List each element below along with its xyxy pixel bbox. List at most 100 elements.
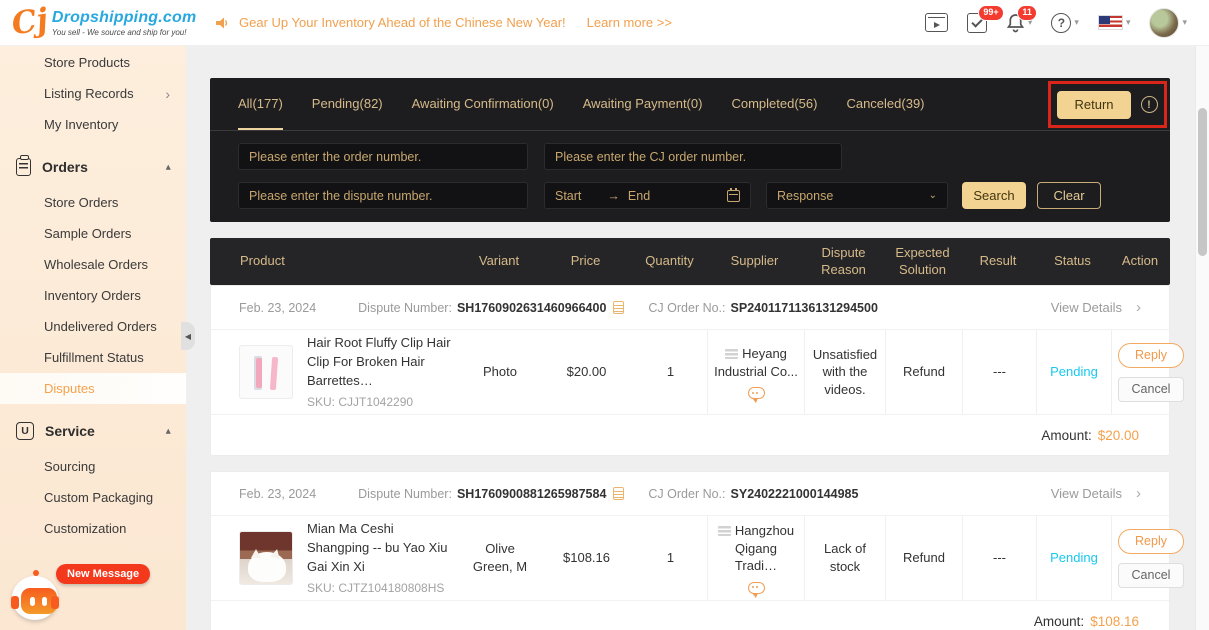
reply-button[interactable]: Reply [1118, 529, 1184, 554]
supplier-name[interactable]: Heyang Industrial Co... [714, 345, 798, 380]
announcement-text: Gear Up Your Inventory Ahead of the Chin… [239, 15, 566, 30]
date-range-picker[interactable]: Start → End [544, 182, 751, 209]
dispute-number-label: Dispute Number: [358, 487, 452, 501]
copy-icon[interactable] [613, 301, 624, 314]
sidebar-item-my-inventory[interactable]: My Inventory [0, 109, 186, 140]
response-select[interactable]: Response ⌄ [766, 182, 948, 209]
tab-canceled[interactable]: Canceled(39) [846, 78, 924, 130]
supplier-chat-icon[interactable] [748, 582, 765, 594]
logo-monogram: Cj [10, 6, 49, 39]
cj-order-value: SY2402221000144985 [731, 487, 859, 501]
dispute-card: Feb. 23, 2024 Dispute Number: SH17609008… [210, 471, 1170, 630]
sidebar-collapse-handle[interactable]: ◀ [181, 322, 195, 350]
sidebar-item-undelivered-orders[interactable]: Undelivered Orders [0, 311, 186, 342]
search-button[interactable]: Search [962, 182, 1026, 209]
logo[interactable]: Cj Dropshipping.com You sell - We source… [0, 9, 198, 37]
language-selector[interactable]: ▾ [1098, 15, 1131, 30]
sidebar-item-customization[interactable]: Customization [0, 513, 186, 544]
date-arrow-icon: → [607, 189, 620, 203]
page-scrollbar[interactable] [1195, 46, 1209, 630]
column-quantity: Quantity [633, 253, 706, 270]
sidebar-item-sourcing[interactable]: Sourcing [0, 451, 186, 482]
sidebar-item-label: Listing Records [44, 86, 134, 101]
tab-pending[interactable]: Pending(82) [312, 78, 383, 130]
caret-down-icon: ▾ [1126, 18, 1131, 27]
sidebar-item-disputes[interactable]: Disputes [0, 373, 186, 404]
dispute-reason-cell: Unsatisfied with the videos. [804, 330, 885, 414]
help-button[interactable]: ? ▾ [1051, 13, 1079, 33]
product-cell: Mian Ma Ceshi Shangping -- bu Yao Xiu Ga… [211, 516, 461, 600]
sidebar-item-custom-packaging[interactable]: Custom Packaging [0, 482, 186, 513]
logo-tagline: You sell - We source and ship for you! [52, 28, 197, 37]
clear-button[interactable]: Clear [1037, 182, 1101, 209]
robot-mascot-icon [8, 570, 64, 624]
top-header: Cj Dropshipping.com You sell - We source… [0, 0, 1209, 46]
column-expected-solution: Expected Solution [884, 245, 961, 279]
quantity-cell: 1 [634, 516, 707, 600]
sidebar-section-service[interactable]: U Service ▾ [0, 411, 186, 451]
amount-label: Amount: [1041, 428, 1091, 443]
chat-mascot[interactable]: New Message [8, 564, 158, 626]
sidebar-item-label: Disputes [44, 381, 95, 396]
date-end-placeholder: End [628, 189, 650, 203]
tasks-button[interactable]: 99+ [967, 13, 987, 33]
chevron-right-icon: › [1136, 485, 1141, 502]
return-button[interactable]: Return [1057, 91, 1130, 119]
chevron-right-icon: › [165, 86, 170, 102]
video-tutorials-button[interactable] [925, 13, 948, 32]
view-details-link[interactable]: View Details › [1051, 299, 1141, 316]
product-image[interactable] [239, 531, 293, 585]
tab-completed[interactable]: Completed(56) [731, 78, 817, 130]
sidebar-item-inventory-orders[interactable]: Inventory Orders [0, 280, 186, 311]
cancel-button[interactable]: Cancel [1118, 377, 1184, 402]
caret-down-icon: ▾ [1182, 18, 1187, 27]
reply-button[interactable]: Reply [1118, 343, 1184, 368]
status-badge: Pending [1050, 363, 1098, 381]
notifications-button[interactable]: 11 ▾ [1006, 13, 1033, 33]
sidebar-section-label: Orders [42, 159, 88, 175]
sidebar-item-listing-records[interactable]: Listing Records › [0, 78, 186, 109]
cj-order-label: CJ Order No.: [648, 487, 725, 501]
chevron-down-icon: ⌄ [929, 190, 937, 201]
dispute-number-input[interactable] [238, 182, 528, 209]
supplier-name[interactable]: Hangzhou Qigang Tradi… [714, 522, 798, 575]
sidebar-item-wholesale-orders[interactable]: Wholesale Orders [0, 249, 186, 280]
cj-order-number-input[interactable] [544, 143, 842, 170]
product-image[interactable] [239, 345, 293, 399]
result-cell: --- [962, 330, 1036, 414]
sidebar-item-label: Customization [44, 521, 126, 536]
sidebar-section-orders[interactable]: Orders ▾ [0, 147, 186, 187]
view-details-link[interactable]: View Details › [1051, 485, 1141, 502]
dispute-row: Hair Root Fluffy Clip Hair Clip For Brok… [211, 330, 1169, 415]
announcement-learn-more-link[interactable]: Learn more >> [587, 15, 672, 30]
caret-down-icon: ▾ [1074, 18, 1079, 27]
tab-awaiting-payment[interactable]: Awaiting Payment(0) [583, 78, 703, 130]
info-exclamation-icon[interactable]: ! [1141, 96, 1158, 113]
sidebar-item-fulfillment-status[interactable]: Fulfillment Status [0, 342, 186, 373]
sidebar-item-label: Wholesale Orders [44, 257, 148, 272]
new-message-badge[interactable]: New Message [56, 564, 150, 584]
sidebar-item-label: Undelivered Orders [44, 319, 157, 334]
supplier-chat-icon[interactable] [748, 387, 765, 399]
variant-cell: Olive Green, M [461, 516, 539, 600]
sidebar-item-store-orders[interactable]: Store Orders [0, 187, 186, 218]
product-title[interactable]: Hair Root Fluffy Clip Hair Clip For Brok… [307, 334, 455, 391]
supplier-cell: Hangzhou Qigang Tradi… [707, 516, 804, 600]
sidebar-item-label: My Inventory [44, 117, 118, 132]
product-title[interactable]: Mian Ma Ceshi Shangping -- bu Yao Xiu Ga… [307, 520, 455, 577]
sidebar-item-sample-orders[interactable]: Sample Orders [0, 218, 186, 249]
column-price: Price [538, 253, 633, 270]
copy-icon[interactable] [613, 487, 624, 500]
column-dispute-reason: Dispute Reason [803, 245, 884, 279]
main-content: All(177) Pending(82) Awaiting Confirmati… [186, 46, 1195, 630]
dispute-number-value: SH1760902631460966400 [457, 301, 606, 315]
scrollbar-thumb[interactable] [1198, 108, 1207, 256]
account-menu[interactable]: ▾ [1149, 8, 1187, 38]
tab-all[interactable]: All(177) [238, 78, 283, 130]
sidebar-item-store-products[interactable]: Store Products [0, 47, 186, 78]
tab-awaiting-confirmation[interactable]: Awaiting Confirmation(0) [412, 78, 554, 130]
cancel-button[interactable]: Cancel [1118, 563, 1184, 588]
dispute-card-header: Feb. 23, 2024 Dispute Number: SH17609008… [211, 472, 1169, 516]
order-number-input[interactable] [238, 143, 528, 170]
column-action: Action [1110, 253, 1170, 270]
